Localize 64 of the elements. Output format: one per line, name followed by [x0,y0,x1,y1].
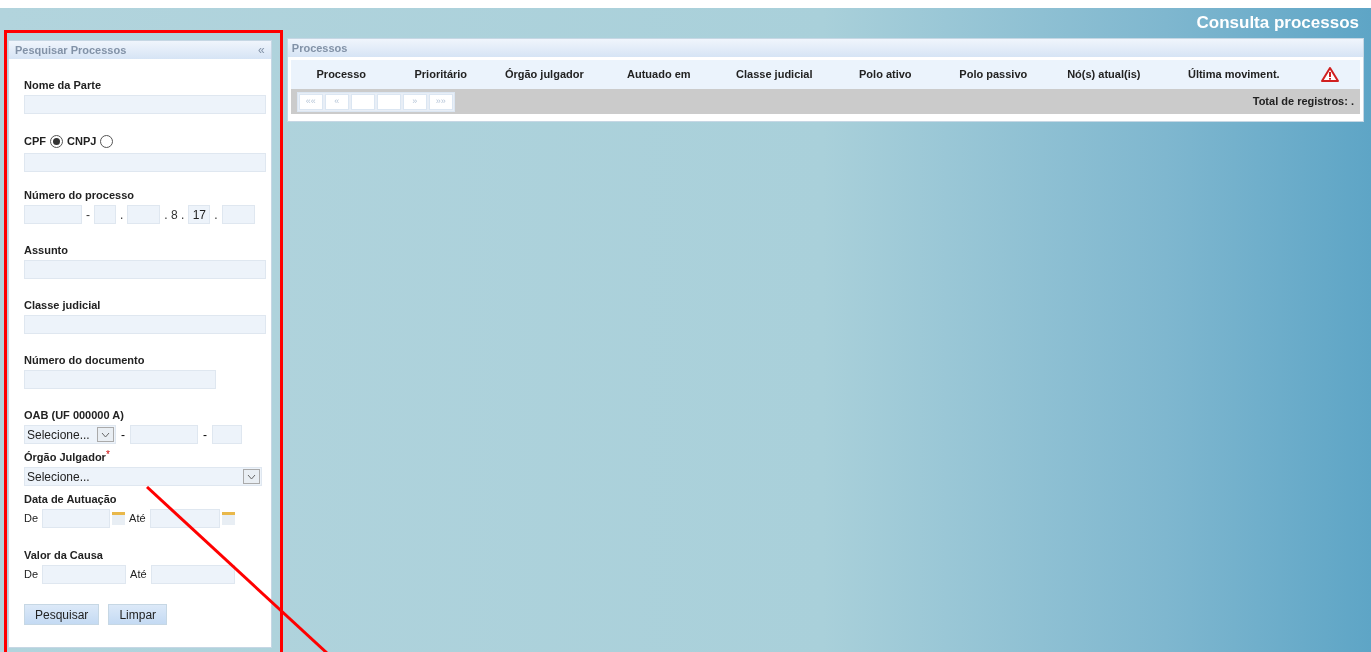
caret-icon [247,473,256,480]
separator: - [86,206,90,224]
select-field[interactable]: Selecione... [24,467,262,486]
input-field[interactable] [130,425,198,444]
input-field[interactable] [24,260,266,279]
required-mark: * [105,450,110,460]
field-label: Número do processo [24,188,136,202]
panel-title: Pesquisar Processos [15,42,127,58]
input-field[interactable] [150,565,235,584]
calendar-icon[interactable] [112,512,126,525]
total-count: Total de registros: . [1252,94,1354,110]
column-header[interactable]: Autuado em [598,66,719,83]
caret-icon [101,431,110,438]
input-field[interactable] [221,205,255,224]
input-field[interactable] [149,509,220,528]
column-header[interactable]: Nó(s) atual(is) [1045,66,1162,83]
separator: - [203,426,207,444]
radio-label: CNPJ [67,134,97,149]
radio-button[interactable] [100,134,114,148]
separator: - [121,426,125,444]
range-label: Até [130,567,147,583]
page-title: Consulta processos [1196,12,1359,35]
separator: . [214,206,218,224]
panel-title: Processos [291,40,348,56]
field-label: Valor da Causa [24,548,104,562]
column-header[interactable]: Última moviment. [1161,66,1306,83]
field-label: OAB (UF 000000 A) [24,408,125,422]
field-label: Classe judicial [24,298,102,312]
pager-field[interactable] [376,93,401,110]
input-field[interactable] [24,152,266,172]
input-field[interactable]: 17 [188,205,211,224]
field-label: Data de Autuação [24,492,118,506]
input-field[interactable] [127,205,161,224]
column-header[interactable]: Processo [290,66,392,83]
input-field[interactable] [24,315,266,334]
column-header[interactable]: Classe judicial [718,66,830,83]
input-field[interactable] [212,425,242,444]
form-button[interactable]: Pesquisar [24,604,100,625]
input-field[interactable] [94,205,116,224]
calendar-icon[interactable] [221,512,235,525]
input-field[interactable] [24,95,266,114]
input-field[interactable] [42,509,111,528]
input-field[interactable] [24,205,82,224]
pager-field[interactable] [350,93,375,110]
column-header[interactable]: Prioritário [391,66,490,83]
column-header[interactable]: Polo ativo [829,66,941,83]
field-label: Nome da Parte [24,78,103,92]
field-label: Órgão Julgador [24,451,106,464]
select-field[interactable]: Selecione... [24,425,116,444]
column-header[interactable]: Polo passivo [940,66,1046,83]
input-field[interactable] [24,370,216,389]
input-field[interactable] [42,565,127,584]
separator: . [120,206,124,224]
radio-button[interactable] [50,134,63,148]
field-label: Número do documento [24,353,146,367]
form-button[interactable]: Limpar [108,604,168,625]
separator: . 8 . [164,206,185,224]
radio-label: CPF [24,134,46,149]
field-label: Assunto [24,243,69,257]
range-label: De [24,567,39,583]
range-label: Até [129,511,146,527]
column-header[interactable]: Órgão julgador [489,66,599,83]
range-label: De [24,511,39,527]
warning-icon [1320,67,1339,82]
